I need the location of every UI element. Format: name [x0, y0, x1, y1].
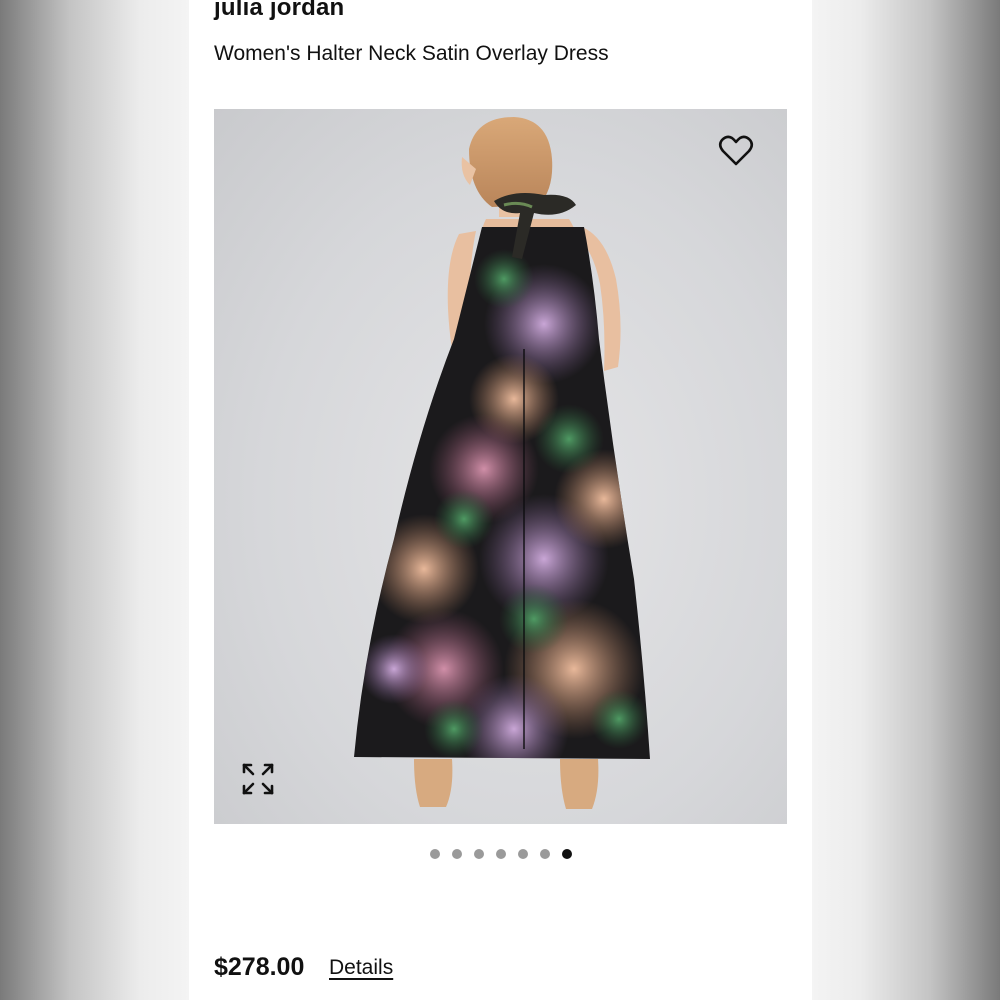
product-price: $278.00 — [214, 953, 305, 981]
pagination-dot[interactable] — [539, 849, 550, 859]
heart-outline-icon — [718, 135, 754, 166]
product-card: julia jordan Women's Halter Neck Satin O… — [189, 0, 812, 1000]
expand-arrows-icon — [242, 763, 274, 795]
pagination-dot[interactable] — [495, 849, 506, 859]
product-title: Women's Halter Neck Satin Overlay Dress — [214, 42, 609, 65]
pagination-dot[interactable] — [517, 849, 528, 859]
details-link[interactable]: Details — [329, 956, 393, 980]
pagination-dot[interactable] — [473, 849, 484, 859]
expand-image-button[interactable] — [236, 757, 280, 801]
product-image[interactable] — [214, 109, 787, 824]
pagination-dot[interactable] — [429, 849, 440, 859]
pagination-dot[interactable] — [451, 849, 462, 859]
brand-name[interactable]: julia jordan — [214, 0, 344, 22]
model-photo-illustration — [354, 117, 650, 809]
pagination-dot-active[interactable] — [561, 849, 572, 859]
image-pagination — [189, 849, 812, 861]
favorite-button[interactable] — [714, 129, 758, 173]
